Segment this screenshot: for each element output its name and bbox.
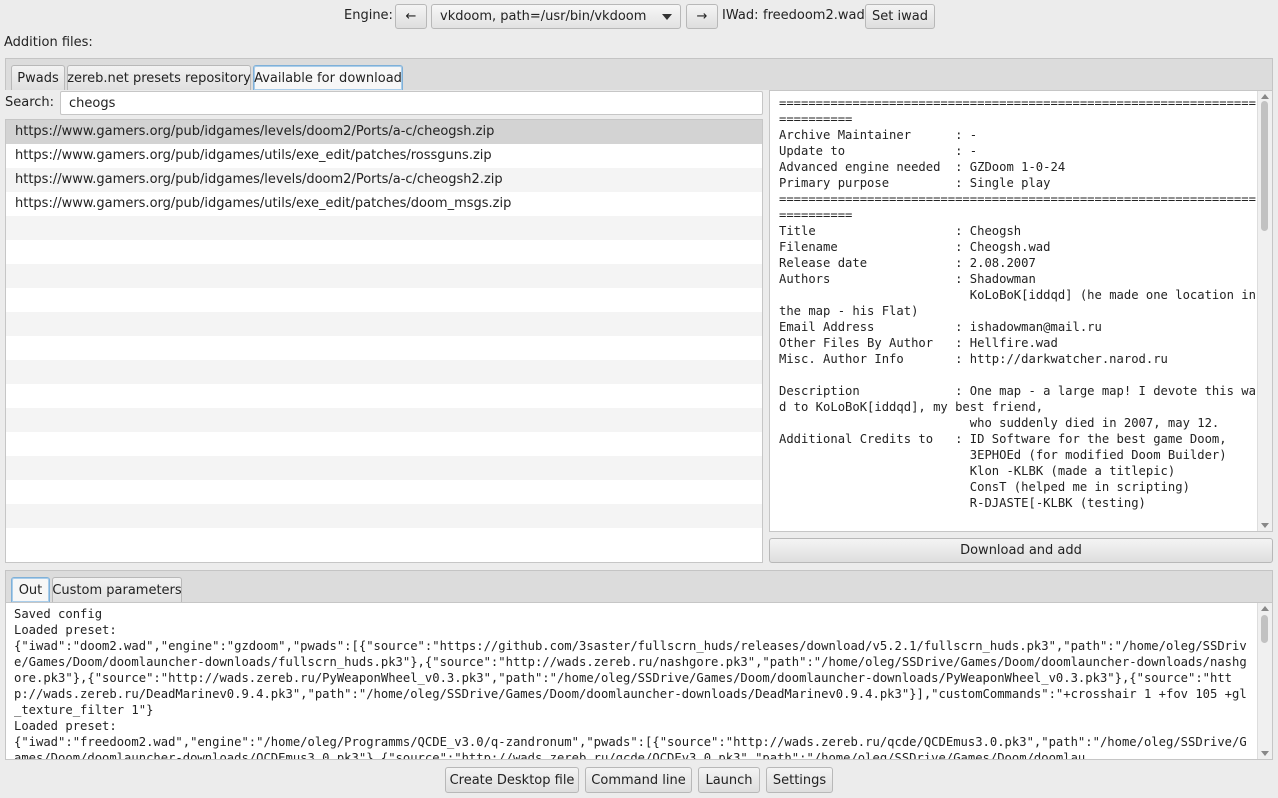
empty-row (6, 240, 762, 264)
launch-button[interactable]: Launch (698, 767, 760, 793)
list-item[interactable]: https://www.gamers.org/pub/idgames/level… (6, 120, 762, 144)
scroll-up-icon (1261, 94, 1269, 99)
empty-row (6, 312, 762, 336)
empty-row (6, 336, 762, 360)
empty-row (6, 456, 762, 480)
next-engine-button[interactable]: → (686, 4, 718, 29)
scroll-down-icon (1261, 751, 1269, 756)
empty-row (6, 408, 762, 432)
tab-pwads[interactable]: Pwads (11, 65, 65, 90)
output-log[interactable]: Saved config Loaded preset: {"iwad":"doo… (5, 602, 1273, 760)
list-item[interactable]: https://www.gamers.org/pub/idgames/utils… (6, 192, 762, 216)
empty-row (6, 528, 762, 552)
tab-out[interactable]: Out (11, 577, 50, 602)
empty-row (6, 360, 762, 384)
log-scrollbar[interactable] (1257, 603, 1272, 759)
set-iwad-button[interactable]: Set iwad (865, 4, 935, 29)
search-label: Search: (5, 95, 55, 110)
iwad-value: freedoom2.wad (763, 8, 865, 23)
empty-row (6, 504, 762, 528)
download-panel: Search: https://www.gamers.org/pub/idgam… (5, 90, 1273, 564)
list-item[interactable]: https://www.gamers.org/pub/idgames/level… (6, 168, 762, 192)
tab-presets-repository[interactable]: zereb.net presets repository (67, 65, 251, 90)
description-text: ========================================… (779, 96, 1256, 510)
empty-row (6, 288, 762, 312)
settings-button[interactable]: Settings (766, 767, 833, 793)
scroll-down-icon (1261, 523, 1269, 528)
scrollbar-thumb[interactable] (1261, 101, 1268, 231)
iwad-label: IWad: (722, 8, 759, 23)
tab-available-for-download[interactable]: Available for download (253, 65, 403, 90)
tab-custom-parameters[interactable]: Custom parameters (52, 577, 182, 602)
addition-files-label: Addition files: (4, 35, 93, 50)
engine-select[interactable]: vkdoom, path=/usr/bin/vkdoom (431, 4, 681, 29)
empty-row (6, 264, 762, 288)
empty-row (6, 384, 762, 408)
file-list[interactable]: https://www.gamers.org/pub/idgames/level… (5, 119, 763, 563)
engine-label: Engine: (344, 8, 393, 23)
engine-select-value: vkdoom, path=/usr/bin/vkdoom (440, 9, 647, 24)
chevron-down-icon (662, 13, 672, 20)
search-input[interactable] (60, 91, 763, 115)
empty-row (6, 480, 762, 504)
previous-engine-button[interactable]: ← (395, 4, 427, 29)
empty-row (6, 216, 762, 240)
download-and-add-button[interactable]: Download and add (769, 538, 1273, 563)
addition-files-tabs: Pwads zereb.net presets repository Avail… (5, 58, 1273, 92)
list-item[interactable]: https://www.gamers.org/pub/idgames/utils… (6, 144, 762, 168)
description-box[interactable]: ========================================… (769, 90, 1273, 532)
scroll-up-icon (1261, 606, 1269, 611)
output-tabs: Out Custom parameters (5, 570, 1273, 604)
description-scrollbar[interactable] (1257, 91, 1272, 531)
create-desktop-file-button[interactable]: Create Desktop file (445, 767, 579, 793)
command-line-button[interactable]: Command line (585, 767, 692, 793)
log-text: Saved config Loaded preset: {"iwad":"doo… (14, 607, 1247, 760)
scrollbar-thumb[interactable] (1261, 615, 1268, 643)
empty-row (6, 432, 762, 456)
